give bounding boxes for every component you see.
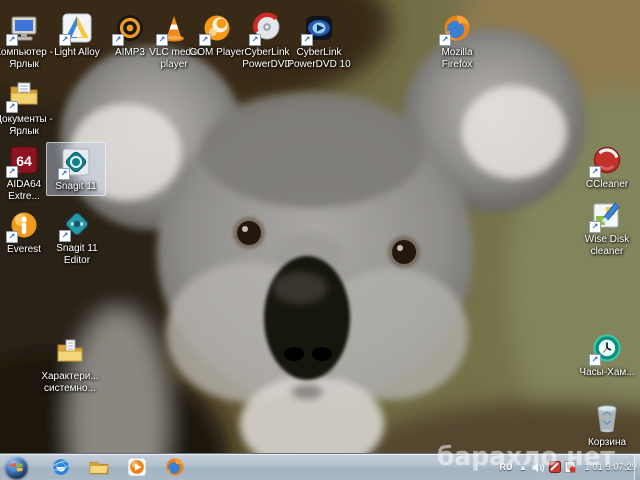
desktop-icon-ccleaner[interactable]: ↗ CCleaner <box>577 140 637 194</box>
icon-label: Mozilla Firefox <box>441 47 473 70</box>
desktop-icon-wise-disk-cleaner[interactable]: ↗ Wise Disk cleaner <box>577 195 637 260</box>
taskbar-button-firefox[interactable] <box>160 455 190 479</box>
chameleon-clock-icon: ↗ <box>589 331 624 366</box>
desktop-icon-snagit-11[interactable]: ↗ Snagit 11 <box>46 142 106 196</box>
icon-label: Корзина <box>587 437 627 448</box>
icon-label: AIMP3 <box>114 47 145 58</box>
windows-logo-icon <box>4 455 28 479</box>
cyberlink-powerdvd-icon: ↗ <box>249 11 284 46</box>
taskbar-button-internet-explorer[interactable] <box>46 455 76 479</box>
documents-icon: ↗ <box>6 78 41 113</box>
tray-icon-1[interactable] <box>548 455 562 479</box>
shortcut-arrow-icon: ↗ <box>439 34 451 46</box>
shortcut-arrow-icon: ↗ <box>589 354 601 366</box>
icon-label: Snagit 11 Editor <box>56 243 98 266</box>
icon-label: AIDA64 Extre... <box>6 179 42 202</box>
desktop-screen: ↗ Компьютер - Ярлык ↗ Light Alloy ↗ AIMP3 ↗ V… <box>0 0 640 480</box>
shortcut-arrow-icon: ↗ <box>112 34 124 46</box>
language-indicator[interactable]: RU <box>497 455 515 479</box>
desktop-icon-cyberlink-powerdvd10[interactable]: ↗ CyberLink PowerDVD 10 <box>287 8 351 73</box>
tray-icon-2[interactable] <box>563 455 577 479</box>
desktop-icon-recycle-bin[interactable]: Корзина <box>577 398 637 452</box>
snagit-11-editor-icon: ↗ <box>59 207 94 242</box>
aida64-extreme-icon: 64 ↗ <box>6 143 41 178</box>
icon-label: Light Alloy <box>54 47 100 58</box>
volume-icon[interactable] <box>530 455 546 479</box>
taskbar: RU ▲ 1 01 5:07:29 <box>0 453 640 480</box>
desktop-icon-system-specs-folder[interactable]: Характери... системно... <box>40 332 100 397</box>
desktop-icon-chameleon-clock[interactable]: ↗ Часы-Хам... <box>577 328 637 382</box>
desktop-icon-mozilla-firefox[interactable]: ↗ Mozilla Firefox <box>427 8 487 73</box>
shortcut-arrow-icon: ↗ <box>301 34 313 46</box>
desktop-icon-light-alloy[interactable]: ↗ Light Alloy <box>47 8 107 62</box>
light-alloy-icon: ↗ <box>59 11 94 46</box>
icon-label: CCleaner <box>585 179 629 190</box>
desktop-icon-documents[interactable]: ↗ Документы - Ярлык <box>0 75 54 140</box>
aimp3-icon: ↗ <box>112 11 147 46</box>
shortcut-arrow-icon: ↗ <box>6 231 18 243</box>
icon-label: CyberLink PowerDVD <box>242 47 292 70</box>
icon-label: Wise Disk cleaner <box>584 234 630 257</box>
shortcut-arrow-icon: ↗ <box>6 101 18 113</box>
taskbar-button-windows-explorer[interactable] <box>84 455 114 479</box>
icon-label: Everest <box>7 244 41 255</box>
desktop-icon-everest[interactable]: ↗ Everest <box>0 205 54 259</box>
shortcut-arrow-icon: ↗ <box>589 166 601 178</box>
icon-label: Snagit 11 <box>55 181 97 192</box>
shortcut-arrow-icon: ↗ <box>156 34 168 46</box>
icon-label: Документы - Ярлык <box>0 114 53 137</box>
shortcut-arrow-icon: ↗ <box>59 230 71 242</box>
shortcut-arrow-icon: ↗ <box>6 166 18 178</box>
cyberlink-powerdvd10-icon: ↗ <box>301 11 336 46</box>
start-button[interactable] <box>3 455 29 479</box>
desktop-icon-computer[interactable]: ↗ Компьютер - Ярлык <box>0 8 54 73</box>
ccleaner-icon: ↗ <box>589 143 624 178</box>
shortcut-arrow-icon: ↗ <box>249 34 261 46</box>
shortcut-arrow-icon: ↗ <box>6 34 18 46</box>
shortcut-arrow-icon: ↗ <box>199 34 211 46</box>
wise-disk-cleaner-icon: ↗ <box>589 198 624 233</box>
everest-icon: ↗ <box>6 208 41 243</box>
taskbar-button-windows-media-player[interactable] <box>122 455 152 479</box>
shortcut-arrow-icon: ↗ <box>59 34 71 46</box>
desktop-icon-snagit-11-editor[interactable]: ↗ Snagit 11 Editor <box>47 204 107 269</box>
shortcut-arrow-icon: ↗ <box>589 221 601 233</box>
system-specs-folder-icon <box>53 335 87 369</box>
mozilla-firefox-icon: ↗ <box>439 11 474 46</box>
icon-label: Компьютер - Ярлык <box>0 47 53 70</box>
icon-label: CyberLink PowerDVD 10 <box>287 47 351 70</box>
icon-label: Часы-Хам... <box>579 367 635 378</box>
icon-label: Характери... системно... <box>41 371 99 394</box>
svg-text:64: 64 <box>16 153 32 169</box>
shortcut-arrow-icon: ↗ <box>58 168 70 180</box>
vlc-media-player-icon: ↗ <box>156 11 191 46</box>
show-hidden-icons-icon[interactable]: ▲ <box>518 455 528 479</box>
gom-player-icon: ↗ <box>199 11 234 46</box>
recycle-bin-icon <box>590 401 624 435</box>
snagit-11-icon: ↗ <box>58 145 93 180</box>
tray-clock[interactable]: 1 01 5:07:29 <box>579 455 639 479</box>
show-desktop-button[interactable] <box>634 455 640 480</box>
computer-icon: ↗ <box>6 11 41 46</box>
